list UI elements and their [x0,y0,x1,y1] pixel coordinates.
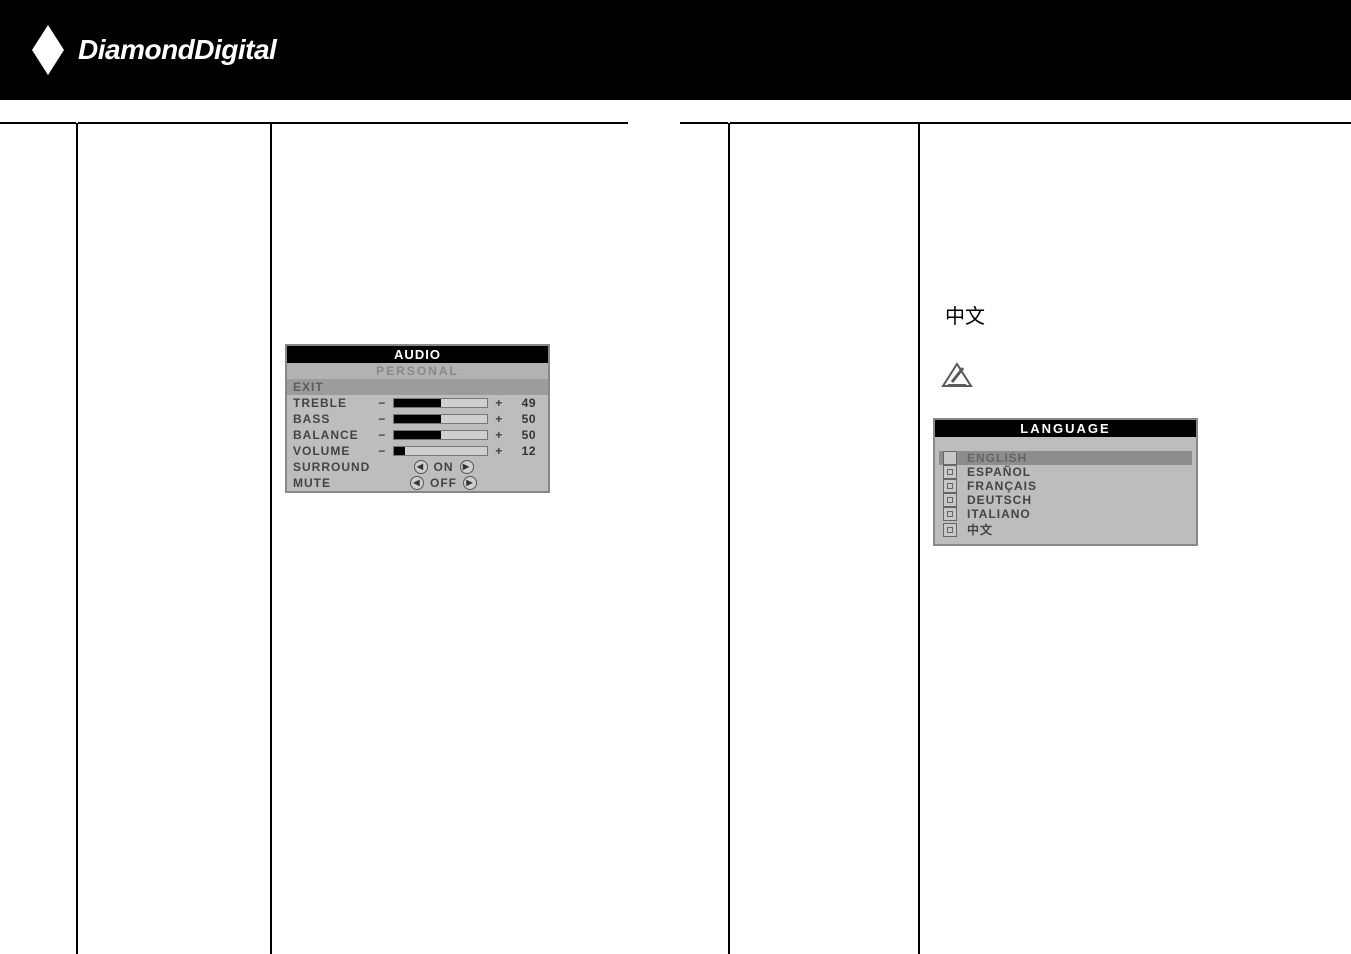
plus-icon[interactable]: + [494,412,504,426]
language-title: LANGUAGE [935,420,1196,437]
language-spacer [935,437,1196,451]
guide-line [730,122,1351,124]
slider-track[interactable] [393,430,488,440]
checkbox-icon [943,523,957,537]
language-label: 中文 [967,521,993,538]
toggle-label: MUTE [293,476,371,490]
audio-subtitle: PERSONAL [287,363,548,379]
plus-icon[interactable]: + [494,428,504,442]
minus-icon[interactable]: − [377,428,387,442]
slider-track[interactable] [393,398,488,408]
slider-label: BALANCE [293,428,371,442]
guide-line [918,123,920,954]
language-item[interactable]: DEUTSCH [939,493,1192,507]
audio-title: AUDIO [287,346,548,363]
guide-line [270,123,272,954]
guide-line [728,123,730,954]
pencil-note-icon [940,360,974,390]
slider-track[interactable] [393,414,488,424]
slider-value: 50 [510,412,536,426]
slider-track[interactable] [393,446,488,456]
slider-value: 12 [510,444,536,458]
language-item[interactable]: ITALIANO [939,507,1192,521]
audio-exit[interactable]: EXIT [287,379,548,395]
page-body: AUDIO PERSONAL EXIT TREBLE − + 49 BASS −… [0,100,1351,954]
audio-slider-row[interactable]: VOLUME − + 12 [287,443,548,459]
toggle-state: ON [434,460,454,474]
toggle-state: OFF [430,476,457,490]
slider-label: TREBLE [293,396,371,410]
plus-icon[interactable]: + [494,444,504,458]
guide-line [76,123,78,954]
right-arrow-icon[interactable]: ▶ [460,460,474,474]
language-osd: LANGUAGE ENGLISH ESPAÑOL FRANÇAIS DEUTSC… [933,418,1198,546]
audio-slider-row[interactable]: TREBLE − + 49 [287,395,548,411]
slider-value: 50 [510,428,536,442]
audio-body: EXIT TREBLE − + 49 BASS − + 50 BALANCE −… [287,379,548,491]
toggle-label: SURROUND [293,460,371,474]
language-label: DEUTSCH [967,493,1032,507]
slider-value: 49 [510,396,536,410]
brand-lockup: DiamondDigital [28,23,276,77]
checkbox-icon [943,465,957,479]
diamond-icon [28,23,68,77]
checkbox-icon [943,479,957,493]
plus-icon[interactable]: + [494,396,504,410]
chinese-label: 中文 [945,300,985,329]
slider-label: VOLUME [293,444,371,458]
audio-toggle-row[interactable]: MUTE ◀ OFF ▶ [287,475,548,491]
left-arrow-icon[interactable]: ◀ [414,460,428,474]
checkbox-icon [943,451,957,465]
language-label: ESPAÑOL [967,465,1031,479]
guide-line [680,122,728,124]
minus-icon[interactable]: − [377,396,387,410]
language-label: ENGLISH [967,451,1027,465]
slider-label: BASS [293,412,371,426]
audio-slider-row[interactable]: BALANCE − + 50 [287,427,548,443]
minus-icon[interactable]: − [377,444,387,458]
audio-slider-row[interactable]: BASS − + 50 [287,411,548,427]
language-item[interactable]: ENGLISH [939,451,1192,465]
language-item[interactable]: FRANÇAIS [939,479,1192,493]
audio-toggle-row[interactable]: SURROUND ◀ ON ▶ [287,459,548,475]
header-bar: DiamondDigital [0,0,1351,100]
checkbox-icon [943,493,957,507]
language-label: FRANÇAIS [967,479,1037,493]
language-item[interactable]: ESPAÑOL [939,465,1192,479]
audio-osd: AUDIO PERSONAL EXIT TREBLE − + 49 BASS −… [285,344,550,493]
minus-icon[interactable]: − [377,412,387,426]
checkbox-icon [943,507,957,521]
brand-name: DiamondDigital [78,34,276,66]
right-arrow-icon[interactable]: ▶ [463,476,477,490]
guide-line [78,122,628,124]
language-list: ENGLISH ESPAÑOL FRANÇAIS DEUTSCH ITALIAN… [935,451,1196,544]
guide-line [0,122,76,124]
language-item[interactable]: 中文 [939,521,1192,538]
left-arrow-icon[interactable]: ◀ [410,476,424,490]
language-label: ITALIANO [967,507,1031,521]
